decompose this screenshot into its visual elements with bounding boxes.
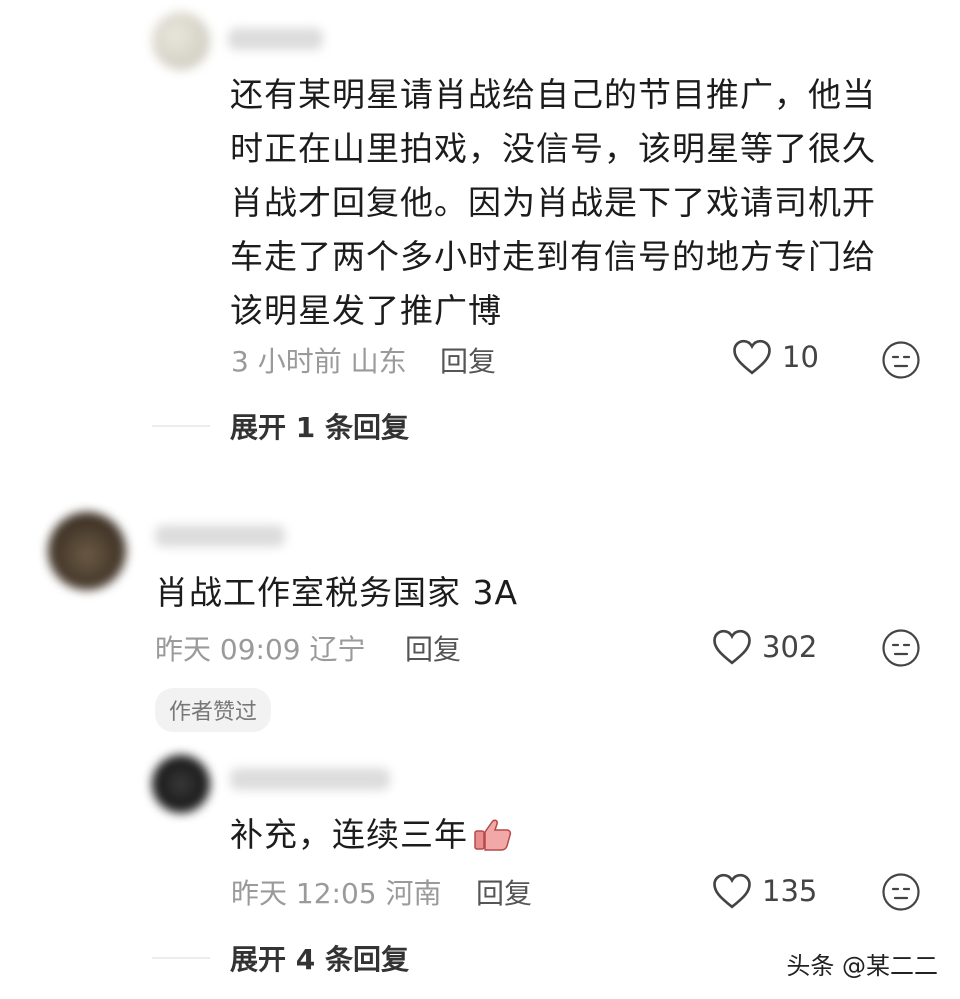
expand-replies-button[interactable]: 展开 4 条回复 [152, 938, 409, 978]
comment-text: 肖战工作室税务国家 3A [155, 573, 519, 612]
comment-meta: 昨天 12:05 河南 [231, 877, 442, 910]
username-blurred[interactable] [230, 768, 390, 790]
username-blurred[interactable] [155, 525, 285, 547]
comment-text: 补充，连续三年 [230, 815, 468, 854]
expand-replies-button[interactable]: 展开 1 条回复 [152, 406, 409, 446]
avatar[interactable] [152, 12, 210, 70]
expand-replies-label: 展开 4 条回复 [230, 943, 409, 976]
like-button[interactable]: 135 [712, 872, 817, 910]
like-count: 135 [762, 874, 818, 908]
comment-text-row: 补充，连续三年 [230, 808, 514, 862]
like-count: 302 [762, 630, 818, 664]
username-blurred[interactable] [228, 28, 323, 50]
comment-meta: 3 小时前 山东 [231, 345, 407, 378]
comment-meta: 昨天 09:09 辽宁 [155, 633, 366, 666]
thumbs-up-emoji-icon [474, 819, 512, 851]
divider-line [152, 957, 210, 959]
heart-icon [713, 873, 751, 909]
heart-icon [713, 629, 751, 665]
divider-line [152, 425, 210, 427]
avatar[interactable] [152, 755, 210, 813]
avatar[interactable] [48, 512, 126, 590]
heart-icon [733, 339, 771, 375]
like-button[interactable]: 302 [712, 628, 817, 666]
like-count: 10 [782, 340, 819, 374]
comment-text: 还有某明星请肖战给自己的节目推广，他当时正在山里拍戏，没信号，该明星等了很久肖战… [230, 75, 876, 330]
dislike-face-icon[interactable] [881, 340, 921, 380]
dislike-face-icon[interactable] [881, 872, 921, 912]
dislike-face-icon[interactable] [881, 628, 921, 668]
watermark: 头条 @某二二 [786, 952, 938, 980]
reply-button[interactable]: 回复 [476, 872, 532, 912]
reply-button[interactable]: 回复 [405, 628, 461, 668]
like-button[interactable]: 10 [732, 338, 819, 376]
author-liked-badge: 作者赞过 [155, 688, 272, 732]
expand-replies-label: 展开 1 条回复 [230, 411, 409, 444]
reply-button[interactable]: 回复 [440, 340, 496, 380]
